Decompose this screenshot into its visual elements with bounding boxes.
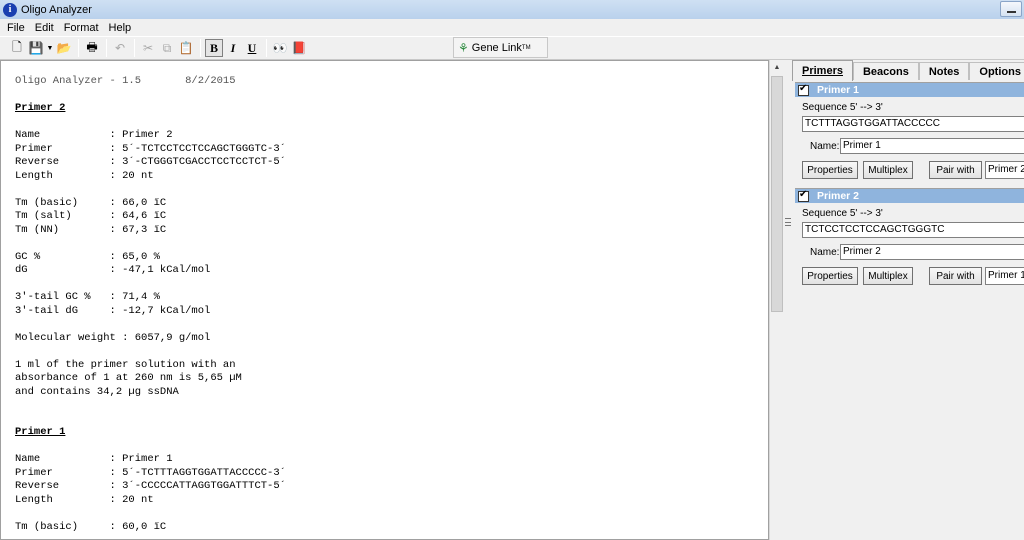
gene-link-icon: ⚘	[458, 40, 469, 55]
primer2-panel: Primer 2 Sequence 5' --> 3' TCTCCTCCTCCA…	[795, 188, 1024, 292]
scrollbar-thumb[interactable]	[771, 76, 783, 312]
primer2-header-label: Primer 2	[817, 190, 860, 202]
primer2-pair-select[interactable]: Primer 1	[985, 267, 1024, 285]
tab-options[interactable]: Options	[969, 62, 1024, 80]
tab-options-label: Options	[979, 65, 1021, 78]
find-binoculars-icon[interactable]: 👀	[271, 39, 289, 57]
italic-icon[interactable]: I	[224, 39, 242, 57]
tab-notes-label: Notes	[928, 65, 960, 78]
toolbar-separator	[78, 39, 79, 57]
tab-primers-label: Primers	[802, 65, 843, 77]
window-title: Oligo Analyzer	[21, 3, 92, 16]
toolbar-separator	[266, 39, 267, 57]
report-header: Oligo Analyzer - 1.5 8/2/2015	[15, 75, 236, 87]
paste-icon[interactable]: 📋	[177, 39, 195, 57]
book-icon[interactable]: 📕	[290, 39, 308, 57]
primer2-heading: Primer 2	[15, 102, 66, 114]
report-scrollbar[interactable]: ▲	[769, 60, 783, 540]
primer2-checkbox[interactable]	[798, 189, 809, 202]
primer2-properties-button[interactable]: Properties	[802, 267, 858, 285]
primer1-pair-select[interactable]: Primer 2	[985, 161, 1024, 179]
primer1-properties-button[interactable]: Properties	[802, 161, 858, 179]
gene-link-trademark: TM	[521, 44, 531, 51]
gene-link-button[interactable]: ⚘ Gene Link TM	[453, 37, 548, 58]
title-bar: i Oligo Analyzer	[0, 0, 1024, 19]
primer1-multiplex-button[interactable]: Multiplex	[863, 161, 913, 179]
report-pane[interactable]: Oligo Analyzer - 1.5 8/2/2015 Primer 2 N…	[0, 60, 769, 540]
tab-beacons-label: Beacons	[862, 65, 909, 78]
pane-splitter[interactable]	[783, 60, 792, 540]
underline-icon[interactable]: U	[243, 39, 261, 57]
primer2-details: Name : Primer 2 Primer : 5´-TCTCCTCCTCCA…	[15, 129, 286, 398]
new-file-icon[interactable]: 🗋	[8, 39, 26, 57]
tab-primers[interactable]: Primers	[792, 60, 853, 81]
scroll-up-icon[interactable]: ▲	[770, 60, 784, 74]
menu-bar: File Edit Format Help	[0, 19, 1024, 36]
primer2-sequence-label: Sequence 5' --> 3'	[802, 208, 883, 219]
primer2-name-input[interactable]: Primer 2	[840, 244, 1024, 260]
primer2-pair-with-button[interactable]: Pair with	[929, 267, 982, 285]
menu-help[interactable]: Help	[104, 22, 137, 34]
tab-notes[interactable]: Notes	[918, 62, 970, 80]
primer1-header-label: Primer 1	[817, 84, 860, 96]
primer1-header: Primer 1	[795, 83, 1024, 97]
splitter-grip-icon[interactable]	[785, 218, 791, 226]
primer1-details: Name : Primer 1 Primer : 5´-TCTTTAGGTGGA…	[15, 453, 286, 533]
primer1-name-label: Name:	[810, 141, 840, 152]
gene-link-label: Gene Link	[471, 41, 522, 54]
toolbar-separator	[200, 39, 201, 57]
save-dropdown-icon[interactable]: ▼	[46, 39, 54, 57]
copy-icon[interactable]: ⧉	[158, 39, 176, 57]
cut-icon[interactable]: ✂	[139, 39, 157, 57]
primer2-multiplex-button[interactable]: Multiplex	[863, 267, 913, 285]
save-icon[interactable]: 💾	[27, 39, 45, 57]
primer1-sequence-label: Sequence 5' --> 3'	[802, 102, 883, 113]
print-icon[interactable]: 🖶	[83, 39, 101, 57]
primer1-panel: Primer 1 Sequence 5' --> 3' TCTTTAGGTGGA…	[795, 82, 1024, 186]
report-text: Oligo Analyzer - 1.5 8/2/2015 Primer 2 N…	[15, 75, 286, 534]
menu-edit[interactable]: Edit	[30, 22, 59, 34]
menu-format[interactable]: Format	[59, 22, 104, 34]
tab-beacons[interactable]: Beacons	[852, 62, 919, 80]
primer1-pair-with-button[interactable]: Pair with	[929, 161, 982, 179]
app-icon: i	[3, 2, 17, 17]
primer1-checkbox[interactable]	[798, 83, 809, 96]
right-panel: Primers Beacons Notes Options Primer 1 S…	[792, 60, 1024, 540]
open-folder-icon[interactable]: 📂	[55, 39, 73, 57]
undo-icon[interactable]: ↶	[111, 39, 129, 57]
primer2-name-label: Name:	[810, 247, 840, 258]
bold-icon[interactable]: B	[205, 39, 223, 57]
primer1-heading: Primer 1	[15, 426, 66, 438]
primer1-name-input[interactable]: Primer 1	[840, 138, 1024, 154]
primer2-header: Primer 2	[795, 189, 1024, 203]
minimize-button[interactable]	[1000, 1, 1022, 17]
primer1-sequence-input[interactable]: TCTTTAGGTGGATTACCCCC	[802, 116, 1024, 132]
menu-file[interactable]: File	[2, 22, 30, 34]
panel-tabs: Primers Beacons Notes Options	[792, 60, 1024, 81]
toolbar-separator	[134, 39, 135, 57]
toolbar-separator	[106, 39, 107, 57]
primer2-sequence-input[interactable]: TCTCCTCCTCCAGCTGGGTC	[802, 222, 1024, 238]
